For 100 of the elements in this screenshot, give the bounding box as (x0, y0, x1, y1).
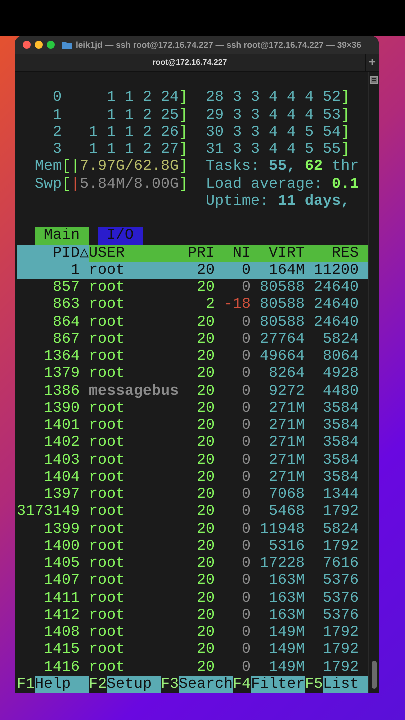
priority-cell: 20 (197, 572, 216, 590)
screen-tab[interactable]: Main (35, 227, 90, 244)
process-row[interactable]: 1403 root 20 0 271M 3584 (17, 452, 368, 469)
process-row[interactable]: 1402 root 20 0 271M 3584 (17, 434, 368, 452)
process-row[interactable]: 1364 root 20 0 49664 8064 (17, 348, 368, 366)
priority-cell: 20 (197, 279, 216, 296)
pid-cell: 1379 (44, 365, 80, 382)
process-row[interactable]: 867 root 20 0 27764 5824 (17, 330, 368, 348)
priority-cell: 20 (197, 503, 216, 520)
nice-cell: 0 (242, 538, 252, 555)
meter-bracket: [ (62, 158, 72, 176)
cpu-label: 3 (52, 141, 62, 158)
pid-cell: 1412 (44, 606, 80, 624)
function-key-button[interactable]: Search (179, 676, 234, 693)
pid-cell: 864 (52, 314, 80, 331)
process-row[interactable]: 3173149 root 20 0 5468 1792 (17, 503, 368, 520)
meter-bracket: ] (179, 124, 188, 141)
scrollbar[interactable] (368, 72, 379, 693)
column-header[interactable]: RES (332, 244, 360, 262)
process-row[interactable]: 1 root 20 0 164M 11200 (17, 262, 368, 279)
process-row[interactable]: 1408 root 20 0 149M 1792 (17, 624, 368, 642)
tab-title[interactable]: root@172.16.74.227 (152, 58, 228, 66)
meter-label: Mem (35, 158, 62, 176)
process-row[interactable]: 1399 root 20 0 11948 5824 (17, 520, 368, 538)
meter-values: 31 3 3 4 4 5 55 (206, 141, 342, 158)
pid-cell: 1415 (44, 641, 80, 658)
process-row[interactable]: 857 root 20 0 80588 24640 (17, 279, 368, 296)
process-row[interactable]: 1386 messagebus 20 0 9272 4480 (17, 382, 368, 400)
column-header[interactable]: USER (89, 244, 126, 262)
nice-cell: 0 (242, 520, 252, 538)
meter-values: 1 1 1 2 26 (88, 124, 180, 141)
virtual-memory-cell: 11948 (260, 520, 306, 538)
pid-cell: 1364 (44, 348, 80, 366)
nice-cell: 0 (242, 314, 252, 331)
process-row[interactable]: 1411 root 20 0 163M 5376 (17, 590, 368, 607)
cpu-label: 2 (52, 124, 62, 141)
priority-cell: 20 (197, 417, 216, 434)
priority-cell: 20 (197, 555, 216, 572)
nice-cell: 0 (242, 641, 252, 658)
user-cell: root (89, 365, 126, 382)
column-header[interactable]: PID (52, 244, 80, 262)
meter-bracket: ] (179, 141, 188, 158)
process-row[interactable]: 1405 root 20 0 17228 7616 (17, 555, 368, 572)
resident-memory-cell: 24640 (314, 296, 360, 314)
user-cell: root (89, 452, 126, 469)
close-button[interactable] (23, 41, 31, 49)
new-tab-button[interactable]: + (365, 54, 379, 71)
process-row[interactable]: 1401 root 20 0 271M 3584 (17, 417, 368, 434)
priority-cell: 20 (197, 452, 216, 469)
process-row[interactable]: 1397 root 20 0 7068 1344 (17, 486, 368, 504)
function-key-button[interactable]: Setup (107, 676, 162, 693)
process-row[interactable]: 1416 root 20 0 149M 1792 (17, 658, 368, 676)
user-cell: root (89, 658, 126, 676)
function-key-button[interactable]: List (323, 676, 368, 693)
process-row[interactable]: 1379 root 20 0 8264 4928 (17, 365, 368, 382)
nice-cell: 0 (242, 330, 252, 348)
process-row[interactable]: 1400 root 20 0 5316 1792 (17, 538, 368, 555)
function-key-button[interactable]: Help (35, 676, 90, 693)
nice-cell: 0 (242, 365, 252, 382)
resident-memory-cell: 3584 (323, 452, 360, 469)
meter-bracket: ] (341, 141, 350, 158)
nice-cell: 0 (242, 468, 252, 486)
user-cell: root (89, 624, 126, 642)
process-row[interactable]: 1415 root 20 0 149M 1792 (17, 641, 368, 658)
resident-memory-cell: 5824 (323, 330, 360, 348)
resident-memory-cell: 4928 (323, 365, 360, 382)
pid-cell: 1416 (44, 658, 80, 676)
user-cell: root (89, 590, 126, 607)
process-row[interactable]: 1412 root 20 0 163M 5376 (17, 606, 368, 624)
meter-values: 1 1 2 25 (106, 106, 180, 124)
process-row[interactable]: 864 root 20 0 80588 24640 (17, 314, 368, 331)
nice-cell: -18 (224, 296, 252, 314)
resident-memory-cell: 24640 (314, 279, 360, 296)
function-key: F3 (161, 676, 180, 693)
meter-value: 5.84M/8.00G (80, 176, 180, 193)
resident-memory-cell: 1792 (323, 658, 360, 676)
zoom-button[interactable] (47, 41, 55, 49)
process-row[interactable]: 1404 root 20 0 271M 3584 (17, 468, 368, 486)
meter-bracket: ] (179, 106, 188, 124)
virtual-memory-cell: 149M (269, 624, 306, 642)
priority-cell: 20 (197, 538, 216, 555)
window-title: leik1jd — ssh root@172.16.74.227 — ssh root@172.16.74.227 — 39×36 (76, 38, 362, 52)
function-key-button[interactable]: Filter (251, 676, 306, 693)
pid-cell: 1403 (44, 452, 80, 469)
process-row[interactable]: 1390 root 20 0 271M 3584 (17, 400, 368, 417)
process-row[interactable]: 863 root 2 -18 80588 24640 (17, 296, 368, 314)
nice-cell: 0 (242, 606, 252, 624)
column-header[interactable]: PRI (188, 244, 216, 262)
nice-cell: 0 (242, 590, 252, 607)
nice-cell: 0 (242, 486, 252, 504)
scrollbar-thumb[interactable] (372, 661, 376, 689)
meter-bracket: [ (62, 176, 72, 193)
column-header[interactable]: NI (233, 244, 252, 262)
column-header[interactable]: VIRT (269, 244, 306, 262)
pid-cell: 1405 (44, 555, 80, 572)
list-icon[interactable] (370, 76, 378, 84)
process-row[interactable]: 1407 root 20 0 163M 5376 (17, 572, 368, 590)
tasks-count: 55, (269, 158, 296, 176)
virtual-memory-cell: 271M (269, 468, 306, 486)
minimize-button[interactable] (35, 41, 43, 49)
